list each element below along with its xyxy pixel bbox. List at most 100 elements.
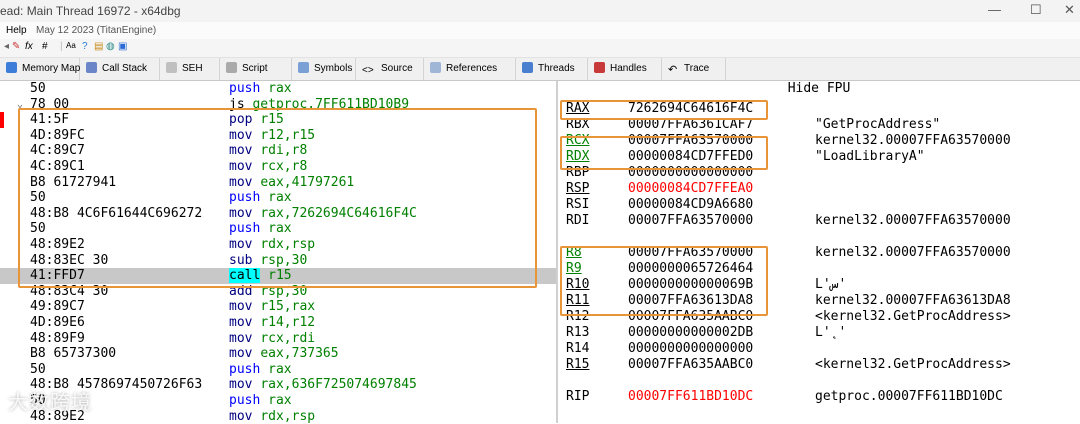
tab-seh[interactable]: SEH (160, 58, 220, 80)
register-value[interactable]: 00000084CD7FFEA0 (628, 181, 753, 197)
close-icon[interactable]: ✕ (1064, 2, 1075, 18)
register-row-r15[interactable]: R15 00007FFA635AABC0 <kernel32.GetProcAddr… (566, 357, 1076, 373)
tab-source[interactable]: <> Source (356, 58, 424, 80)
disasm-row[interactable]: 50 push rax (0, 362, 556, 378)
instruction-text: mov rax,636F725074697845 (229, 377, 417, 393)
symbols-icon (298, 62, 309, 73)
instruction-mnemonic: mov (229, 315, 253, 330)
instruction-text: mov rdx,rsp (229, 409, 315, 424)
maximize-icon[interactable]: ☐ (1030, 2, 1042, 18)
register-name: R13 (566, 325, 590, 340)
instruction-bytes: 50 (30, 361, 46, 377)
instruction-operands: rax (268, 361, 292, 377)
handles-icon (594, 62, 605, 73)
toolbar-brush-icon[interactable]: ✎ (12, 41, 20, 52)
register-value[interactable]: 0000000000000000 (628, 341, 753, 357)
toolbar-help-icon[interactable]: ? (82, 41, 88, 52)
register-comment: "GetProcAddress" (815, 117, 941, 132)
register-row-rip[interactable]: RIP 00007FF611BD10DC getproc.00007FF611BD1… (566, 389, 1076, 405)
tab-bar: Memory Map Call Stack SEH Script Symbols… (0, 58, 1080, 81)
instruction-mnemonic: push (229, 393, 261, 408)
highlight-box-rcx-rdx (560, 136, 768, 170)
instruction-mnemonic: push (229, 361, 261, 377)
toolbar-info-icon[interactable]: ▣ (118, 41, 127, 52)
tab-call-stack[interactable]: Call Stack (80, 58, 160, 80)
disasm-row[interactable]: 50 push rax (0, 81, 556, 97)
instruction-text: push rax (229, 393, 292, 409)
window-title: ead: Main Thread 16972 - x64dbg (0, 4, 181, 18)
instruction-text: mov r15,rax (229, 299, 315, 315)
toolbar-arrow-icon[interactable]: ◂ (4, 41, 9, 52)
instruction-text: mov r14,r12 (229, 315, 315, 331)
instruction-operands: r15,rax (260, 299, 316, 315)
register-name: RDI (566, 213, 590, 228)
script-icon (226, 62, 237, 73)
register-value[interactable]: 00007FFA63570000 (628, 213, 753, 229)
tab-references[interactable]: References (424, 58, 516, 80)
tab-memory-map[interactable]: Memory Map (0, 58, 80, 80)
highlight-box-code (18, 108, 537, 288)
register-value[interactable]: 00000000000002DB (628, 325, 753, 341)
disasm-row[interactable]: 49:89C7 mov r15,rax (0, 299, 556, 315)
instruction-operands: r14,r12 (260, 315, 316, 330)
instruction-operands: rax (268, 393, 292, 408)
register-value[interactable]: 00007FF611BD10DC (628, 389, 753, 405)
instruction-mnemonic: mov (229, 330, 253, 346)
register-comment: L'س' (815, 277, 847, 292)
tab-symbols[interactable]: Symbols (292, 58, 356, 80)
instruction-mnemonic: mov (229, 299, 253, 315)
register-value[interactable]: 00007FFA635AABC0 (628, 357, 753, 373)
register-comment: kernel32.00007FFA63570000 (815, 213, 1011, 228)
instruction-mnemonic: push (229, 81, 261, 96)
register-comment: <kernel32.GetProcAddress> (815, 357, 1011, 372)
toolbar-globe-icon[interactable]: ◍ (106, 41, 115, 52)
call-stack-icon (86, 62, 97, 73)
tab-script[interactable]: Script (220, 58, 292, 80)
build-date: May 12 2023 (TitanEngine) (36, 25, 157, 36)
register-row-r14[interactable]: R14 0000000000000000 (566, 341, 1076, 357)
toolbar: ◂ ✎ fx # | Aa ? ▤ ◍ ▣ (0, 39, 1080, 58)
register-value[interactable]: 00000084CD9A6680 (628, 197, 753, 213)
register-comment: "LoadLibraryA" (815, 149, 925, 164)
instruction-text: push rax (229, 362, 292, 378)
instruction-operands: eax,737365 (260, 346, 339, 362)
instruction-mnemonic: mov (229, 408, 253, 424)
disasm-row[interactable]: B8 65737300 mov eax,737365 (0, 346, 556, 362)
instruction-bytes: B8 65737300 (30, 346, 117, 362)
toolbar-fx-button[interactable]: fx (25, 41, 33, 52)
register-comment: getproc.00007FF611BD10DC (815, 389, 1003, 404)
toolbar-font-button[interactable]: Aa (66, 41, 76, 50)
instruction-bytes: 48:89F9 (30, 330, 85, 346)
instruction-operands: rcx,rdi (260, 330, 316, 346)
tab-trace[interactable]: ↶ Trace (662, 58, 726, 80)
instruction-bytes: 49:89C7 (30, 299, 85, 315)
instruction-operands: rax,636F725074697845 (260, 377, 417, 393)
trace-icon: ↶ (668, 64, 678, 76)
register-row-rsp[interactable]: RSP 00000084CD7FFEA0 (566, 181, 1076, 197)
hide-fpu-button[interactable]: Hide FPU (558, 81, 1080, 97)
disasm-row[interactable]: 4D:89E6 mov r14,r12 (0, 315, 556, 331)
watermark: 大数跨境 (8, 392, 92, 414)
breakpoint-marker[interactable] (0, 112, 4, 128)
title-bar: ead: Main Thread 16972 - x64dbg — ☐ ✕ (0, 0, 1080, 22)
instruction-bytes: 50 (30, 81, 46, 96)
instruction-mnemonic: mov (229, 346, 253, 362)
tab-handles[interactable]: Handles (588, 58, 662, 80)
register-row-rsi[interactable]: RSI 00000084CD9A6680 (566, 197, 1076, 213)
highlight-box-r8-r11 (560, 246, 768, 316)
highlight-box-rax (560, 100, 768, 120)
threads-icon (522, 62, 533, 73)
register-comment: kernel32.00007FFA63613DA8 (815, 293, 1011, 308)
register-row-rdi[interactable]: RDI 00007FFA63570000 kernel32.00007FFA6357… (566, 213, 1076, 229)
minimize-icon[interactable]: — (988, 2, 1001, 17)
toolbar-hash-button[interactable]: # (42, 41, 48, 52)
disasm-row[interactable]: 48:89F9 mov rcx,rdi (0, 331, 556, 347)
menu-help[interactable]: Help (6, 25, 27, 36)
toolbar-calc-icon[interactable]: ▤ (94, 41, 103, 52)
tab-threads[interactable]: Threads (516, 58, 588, 80)
menu-bar: Help May 12 2023 (TitanEngine) (0, 22, 1080, 39)
references-icon (430, 62, 441, 73)
register-name: R14 (566, 341, 590, 356)
register-row-r13[interactable]: R13 00000000000002DB L'˛' (566, 325, 1076, 341)
instruction-text: mov rcx,rdi (229, 331, 315, 347)
